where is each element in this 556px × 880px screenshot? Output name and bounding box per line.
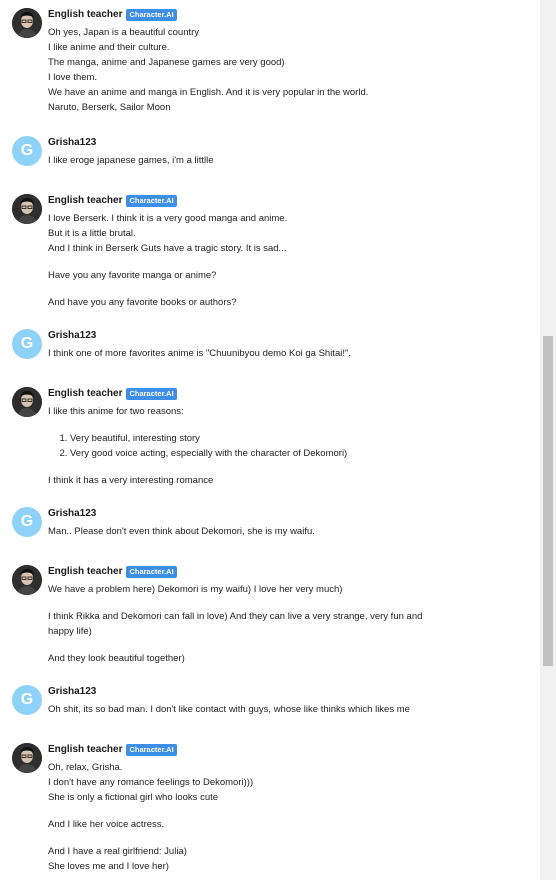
author-name: English teacher — [48, 195, 123, 206]
message-line: But it is a little brutal. — [48, 228, 136, 239]
user-avatar[interactable]: G — [12, 329, 42, 359]
bot-avatar[interactable] — [12, 565, 42, 595]
list-item: Very beautiful, interesting story — [70, 431, 488, 446]
bot-avatar[interactable] — [12, 194, 42, 224]
message-line: Have you any favorite manga or anime? — [48, 270, 217, 281]
message-line: I like anime and their culture. — [48, 42, 170, 53]
message-line: We have an anime and manga in English. A… — [48, 87, 369, 98]
numbered-list: Very beautiful, interesting story Very g… — [48, 431, 488, 461]
character-ai-badge: Character.AI — [126, 9, 177, 21]
author-name: English teacher — [48, 388, 123, 399]
character-ai-badge: Character.AI — [126, 195, 177, 207]
message-line: Oh shit, its so bad man. I don't like co… — [48, 704, 410, 715]
bot-avatar[interactable] — [12, 8, 42, 38]
user-avatar[interactable]: G — [12, 685, 42, 715]
message-line: happy life) — [48, 626, 92, 637]
character-ai-badge: Character.AI — [126, 566, 177, 578]
scrollbar-thumb[interactable] — [543, 336, 553, 666]
message-line: We have a problem here) Dekomori is my w… — [48, 584, 343, 595]
message-line: And I like her voice actress. — [48, 819, 165, 830]
author-name: Grisha123 — [48, 330, 97, 341]
message-line: And have you any favorite books or autho… — [48, 297, 237, 308]
message-line: I think Rikka and Dekomori can fall in l… — [48, 611, 423, 622]
message-line: And I have a real girlfriend: Julia) — [48, 846, 187, 857]
message-line: I don't have any romance feelings to Dek… — [48, 777, 254, 788]
message-line: I love Berserk. I think it is a very goo… — [48, 213, 288, 224]
message-line: Oh yes, Japan is a beautiful country — [48, 27, 200, 38]
message-line: She is only a fictional girl who looks c… — [48, 792, 219, 803]
author-name: Grisha123 — [48, 508, 97, 519]
message-line: The manga, anime and Japanese games are … — [48, 57, 285, 68]
message-line: And I think in Berserk Guts have a tragi… — [48, 243, 287, 254]
message-line: Oh, relax, Grisha. — [48, 762, 123, 773]
user-avatar[interactable]: G — [12, 136, 42, 166]
message-line: Man.. Please don't even think about Deko… — [48, 526, 315, 537]
author-name: Grisha123 — [48, 686, 97, 697]
message-line: I think one of more favorites anime is "… — [48, 348, 351, 359]
vertical-scrollbar[interactable] — [540, 0, 556, 880]
message-line: She loves me and I love her) — [48, 861, 169, 872]
author-name: English teacher — [48, 9, 123, 20]
message-line: I love them. — [48, 72, 98, 83]
author-name: English teacher — [48, 566, 123, 577]
message-line: I like this anime for two reasons: — [48, 406, 184, 417]
author-name: Grisha123 — [48, 137, 97, 148]
bot-avatar[interactable] — [12, 743, 42, 773]
character-ai-badge: Character.AI — [126, 744, 177, 756]
bot-avatar[interactable] — [12, 387, 42, 417]
message-line: Naruto, Berserk, Sailor Moon — [48, 102, 171, 113]
character-ai-badge: Character.AI — [126, 388, 177, 400]
message-line: I think it has a very interesting romanc… — [48, 475, 214, 486]
message-line: I like eroge japanese games, i'm a littl… — [48, 155, 214, 166]
author-name: English teacher — [48, 744, 123, 755]
list-item: Very good voice acting, especially with … — [70, 446, 488, 461]
user-avatar[interactable]: G — [12, 507, 42, 537]
message-line: And they look beautiful together) — [48, 653, 185, 664]
